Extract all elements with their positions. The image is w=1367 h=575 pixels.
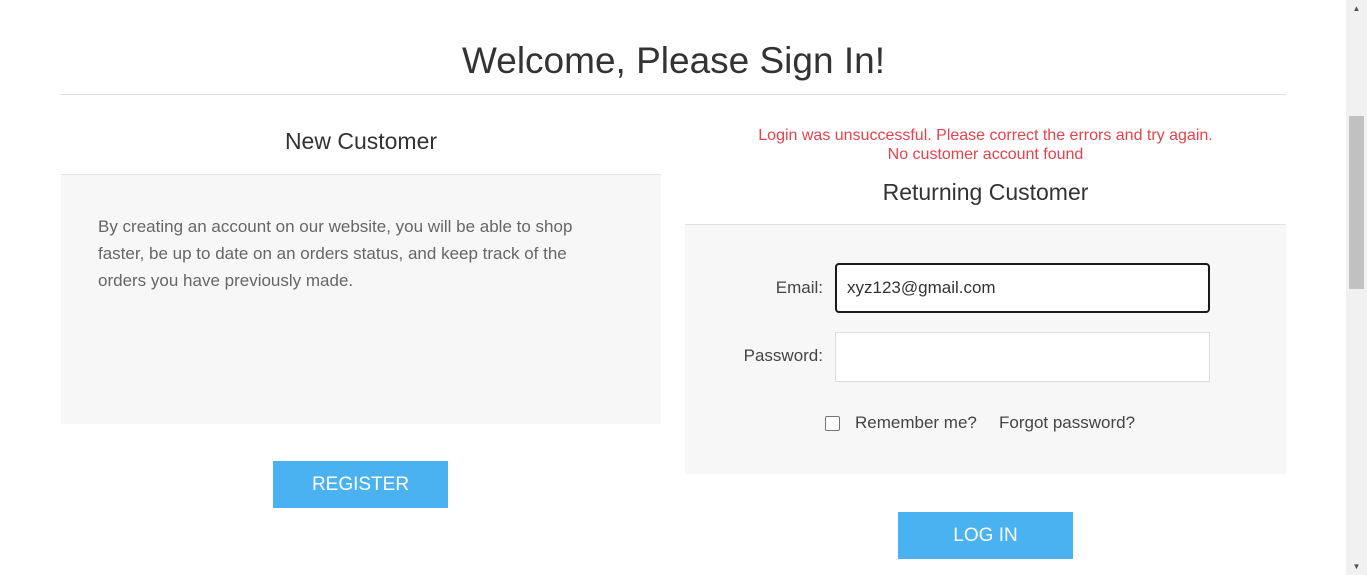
register-button[interactable]: REGISTER [273,461,448,508]
login-form-panel: Email: Password: Remember me? Forgot pas… [685,225,1286,474]
login-error-line: Login was unsuccessful. Please correct t… [758,127,1213,144]
login-error-detail: No customer account found [887,146,1084,163]
email-label: Email: [775,278,823,297]
page-title: Welcome, Please Sign In! [462,40,885,81]
remember-me-checkbox[interactable] [825,416,840,431]
password-field[interactable] [835,332,1210,382]
scrollbar-thumb[interactable] [1349,116,1364,289]
vertical-scrollbar[interactable]: ▲ ▼ [1346,0,1367,575]
login-button[interactable]: LOG IN [898,512,1073,559]
title-divider [61,94,1286,95]
login-error-message: Login was unsuccessful. Please correct t… [685,126,1286,164]
password-label: Password: [743,346,823,365]
login-page: Welcome, Please Sign In! New Customer By… [0,0,1367,575]
new-customer-heading: New Customer [284,128,438,154]
forgot-password-link[interactable]: Forgot password? [999,413,1135,433]
new-customer-panel: By creating an account on our website, y… [61,175,661,424]
returning-customer-heading: Returning Customer [882,179,1089,205]
remember-me-label[interactable]: Remember me? [855,413,977,433]
chevron-down-icon[interactable]: ▼ [1346,558,1367,575]
new-customer-description: By creating an account on our website, y… [98,217,573,290]
chevron-up-icon[interactable]: ▲ [1346,0,1367,17]
email-field[interactable] [835,263,1210,313]
